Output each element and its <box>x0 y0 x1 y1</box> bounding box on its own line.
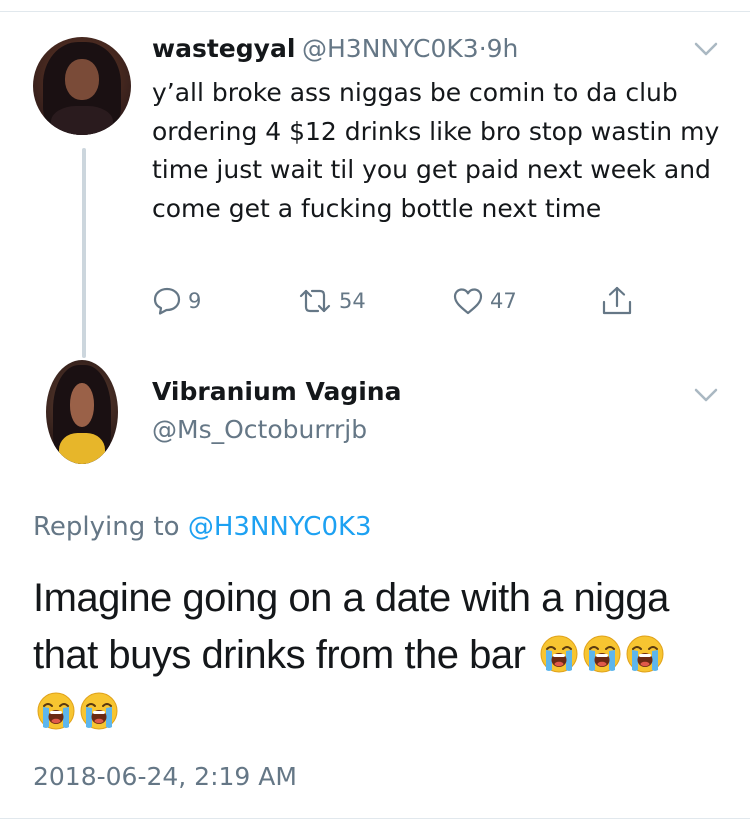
reply-text: Imagine going on a date with a nigga tha… <box>33 570 723 741</box>
replying-to-label: Replying to <box>33 512 180 542</box>
like-icon <box>453 288 483 315</box>
replying-to-mention[interactable]: @H3NNYC0K3 <box>188 512 372 542</box>
loudly-crying-face-emoji <box>37 692 75 730</box>
author-handle-and-time[interactable]: @H3NNYC0K3·9h <box>302 34 518 63</box>
time-ago[interactable]: 9h <box>487 34 519 63</box>
loudly-crying-face-emoji <box>540 635 578 673</box>
replying-to-line: Replying to @H3NNYC0K3 <box>33 512 372 542</box>
thread-connector-line <box>82 148 86 358</box>
separator-dot: · <box>478 34 487 63</box>
chevron-down-icon[interactable] <box>693 40 719 58</box>
loudly-crying-face-emoji <box>626 635 664 673</box>
bottom-divider <box>0 818 750 819</box>
tweet-text: y’all broke ass niggas be comin to da cl… <box>152 78 720 223</box>
like-count: 47 <box>490 289 517 313</box>
share-icon <box>602 286 632 315</box>
chevron-down-icon[interactable] <box>693 386 719 404</box>
author-handle[interactable]: @Ms_Octoburrrjb <box>152 415 367 444</box>
reply-count: 9 <box>188 289 202 313</box>
author-name[interactable]: Vibranium Vagina <box>152 377 401 406</box>
loudly-crying-face-emoji <box>583 635 621 673</box>
retweet-count: 54 <box>339 289 366 313</box>
loudly-crying-face-emoji <box>80 692 118 730</box>
retweet-icon <box>299 289 331 313</box>
reply-text-line-1: Imagine going on a date with a nigga <box>33 576 669 620</box>
like-button[interactable]: 47 <box>452 286 517 316</box>
top-divider <box>0 11 750 12</box>
avatar[interactable] <box>33 37 131 135</box>
reply-icon <box>153 287 181 315</box>
avatar[interactable] <box>46 360 118 464</box>
reply-text-line-2: that buys drinks from the bar <box>33 633 526 677</box>
timestamp[interactable]: 2018-06-24, 2:19 AM <box>33 762 297 791</box>
share-button[interactable] <box>600 286 634 316</box>
author-handle[interactable]: @H3NNYC0K3 <box>302 34 479 63</box>
author-name[interactable]: wastegyal <box>152 34 295 63</box>
retweet-button[interactable]: 54 <box>297 286 366 316</box>
reply-button[interactable]: 9 <box>152 286 201 316</box>
